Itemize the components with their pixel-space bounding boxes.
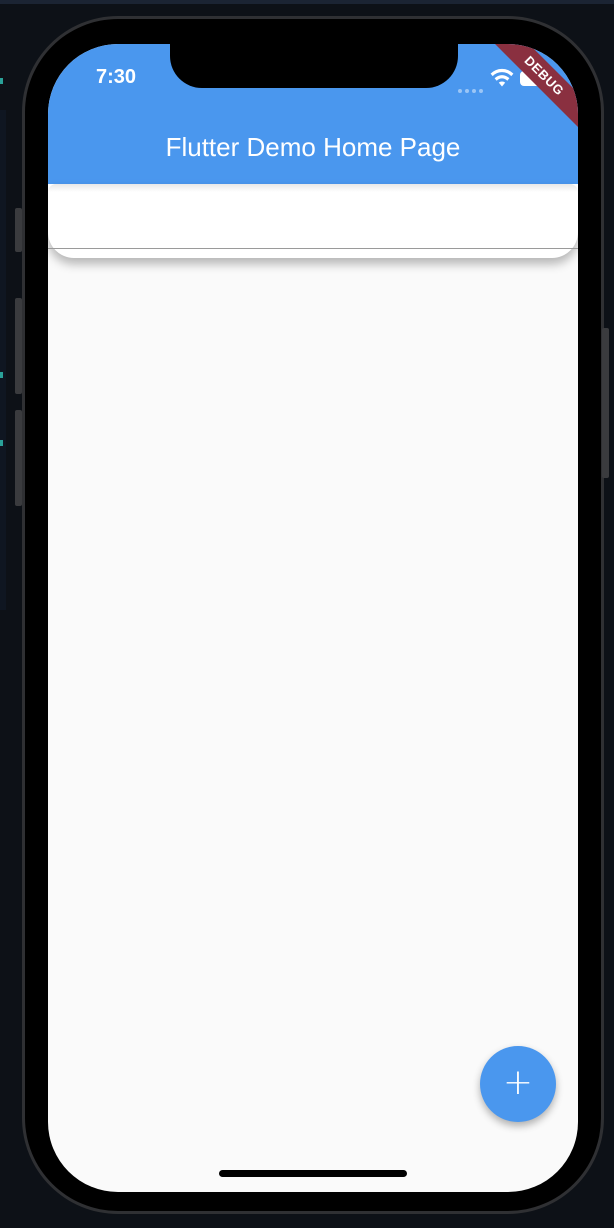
wifi-icon bbox=[490, 68, 514, 87]
cellular-dots-icon bbox=[458, 80, 486, 98]
panel-divider bbox=[48, 248, 578, 249]
device-notch bbox=[170, 44, 458, 88]
add-button[interactable]: + bbox=[480, 1046, 556, 1122]
host-marker bbox=[0, 372, 3, 378]
device-silent-switch bbox=[15, 208, 22, 252]
panel-shade bbox=[48, 184, 578, 192]
device-power-button bbox=[602, 328, 609, 478]
host-marker bbox=[0, 78, 3, 84]
home-indicator[interactable] bbox=[219, 1170, 407, 1177]
host-side-strip bbox=[0, 110, 6, 610]
page-title: Flutter Demo Home Page bbox=[165, 132, 461, 162]
content-panel bbox=[48, 184, 578, 258]
host-marker bbox=[0, 440, 3, 446]
app-bar: 7:30 DEBUG Flutter Demo Home Page bbox=[48, 44, 578, 184]
status-time: 7:30 bbox=[96, 66, 137, 88]
device-volume-up bbox=[15, 298, 22, 394]
debug-banner: DEBUG bbox=[486, 44, 578, 134]
plus-icon: + bbox=[502, 1062, 534, 1103]
device-volume-down bbox=[15, 410, 22, 506]
host-top-edge bbox=[0, 0, 614, 4]
phone-screen: 7:30 DEBUG Flutter Demo Home Page + bbox=[48, 44, 578, 1192]
